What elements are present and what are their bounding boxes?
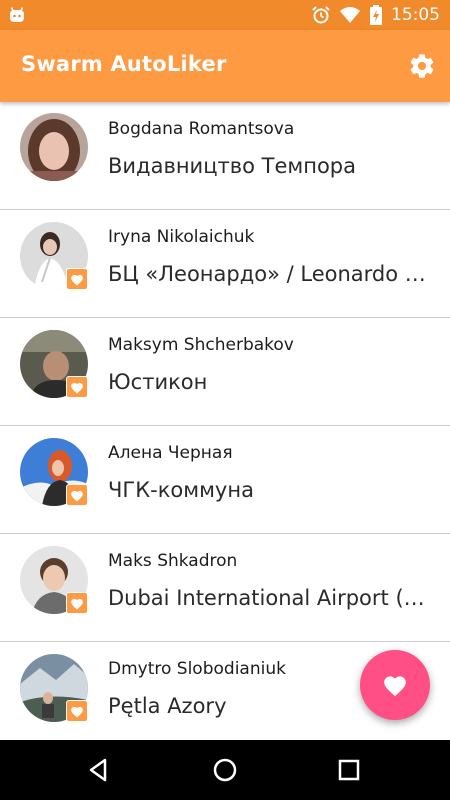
like-all-button[interactable] (360, 650, 430, 720)
heart-icon (71, 274, 83, 286)
user-name: Maks Shkadron (108, 551, 238, 571)
heart-icon (71, 706, 83, 718)
list-item[interactable]: Maksym Shcherbakov Юстикон (0, 318, 450, 426)
liked-badge (66, 376, 88, 398)
liked-badge (66, 484, 88, 506)
venue-name: Dubai International Airport (DXB) (108, 586, 426, 610)
status-time: 15:05 (391, 5, 440, 25)
heart-icon (71, 490, 83, 502)
venue-name: БЦ «Леонардо» / Leonardo Business Center (108, 262, 426, 286)
heart-icon (384, 676, 406, 697)
navigation-bar (0, 740, 450, 800)
home-icon[interactable] (210, 755, 240, 785)
status-bar: 15:05 (0, 0, 450, 30)
recents-icon[interactable] (334, 755, 364, 785)
liked-badge (66, 268, 88, 290)
list-item[interactable]: Алена Черная ЧГК-коммуна (0, 426, 450, 534)
heart-icon (71, 382, 83, 394)
liked-badge (66, 700, 88, 722)
user-name: Алена Черная (108, 443, 233, 463)
venue-name: ЧГК-коммуна (108, 478, 254, 502)
gear-icon[interactable] (408, 52, 436, 80)
list-item[interactable]: Maks Shkadron Dubai International Airpor… (0, 534, 450, 642)
alarm-icon (312, 6, 330, 24)
avatar (20, 113, 88, 181)
venue-name: Юстикон (108, 370, 208, 394)
user-name: Maksym Shcherbakov (108, 335, 294, 355)
heart-icon (71, 598, 83, 610)
list-item[interactable]: Iryna Nikolaichuk БЦ «Леонардо» / Leonar… (0, 210, 450, 318)
wifi-icon (340, 7, 360, 23)
checkin-list[interactable]: Bogdana Romantsova Видавництво Темпора I… (0, 102, 450, 740)
back-icon[interactable] (83, 755, 113, 785)
list-item[interactable]: Bogdana Romantsova Видавництво Темпора (0, 102, 450, 210)
user-name: Bogdana Romantsova (108, 119, 295, 139)
android-icon (10, 7, 24, 22)
battery-charging-icon (370, 5, 382, 25)
app-title: Swarm AutoLiker (21, 52, 227, 76)
user-name: Iryna Nikolaichuk (108, 227, 255, 247)
venue-name: Видавництво Темпора (108, 154, 356, 178)
app-bar: Swarm AutoLiker (0, 30, 450, 102)
liked-badge (66, 592, 88, 614)
